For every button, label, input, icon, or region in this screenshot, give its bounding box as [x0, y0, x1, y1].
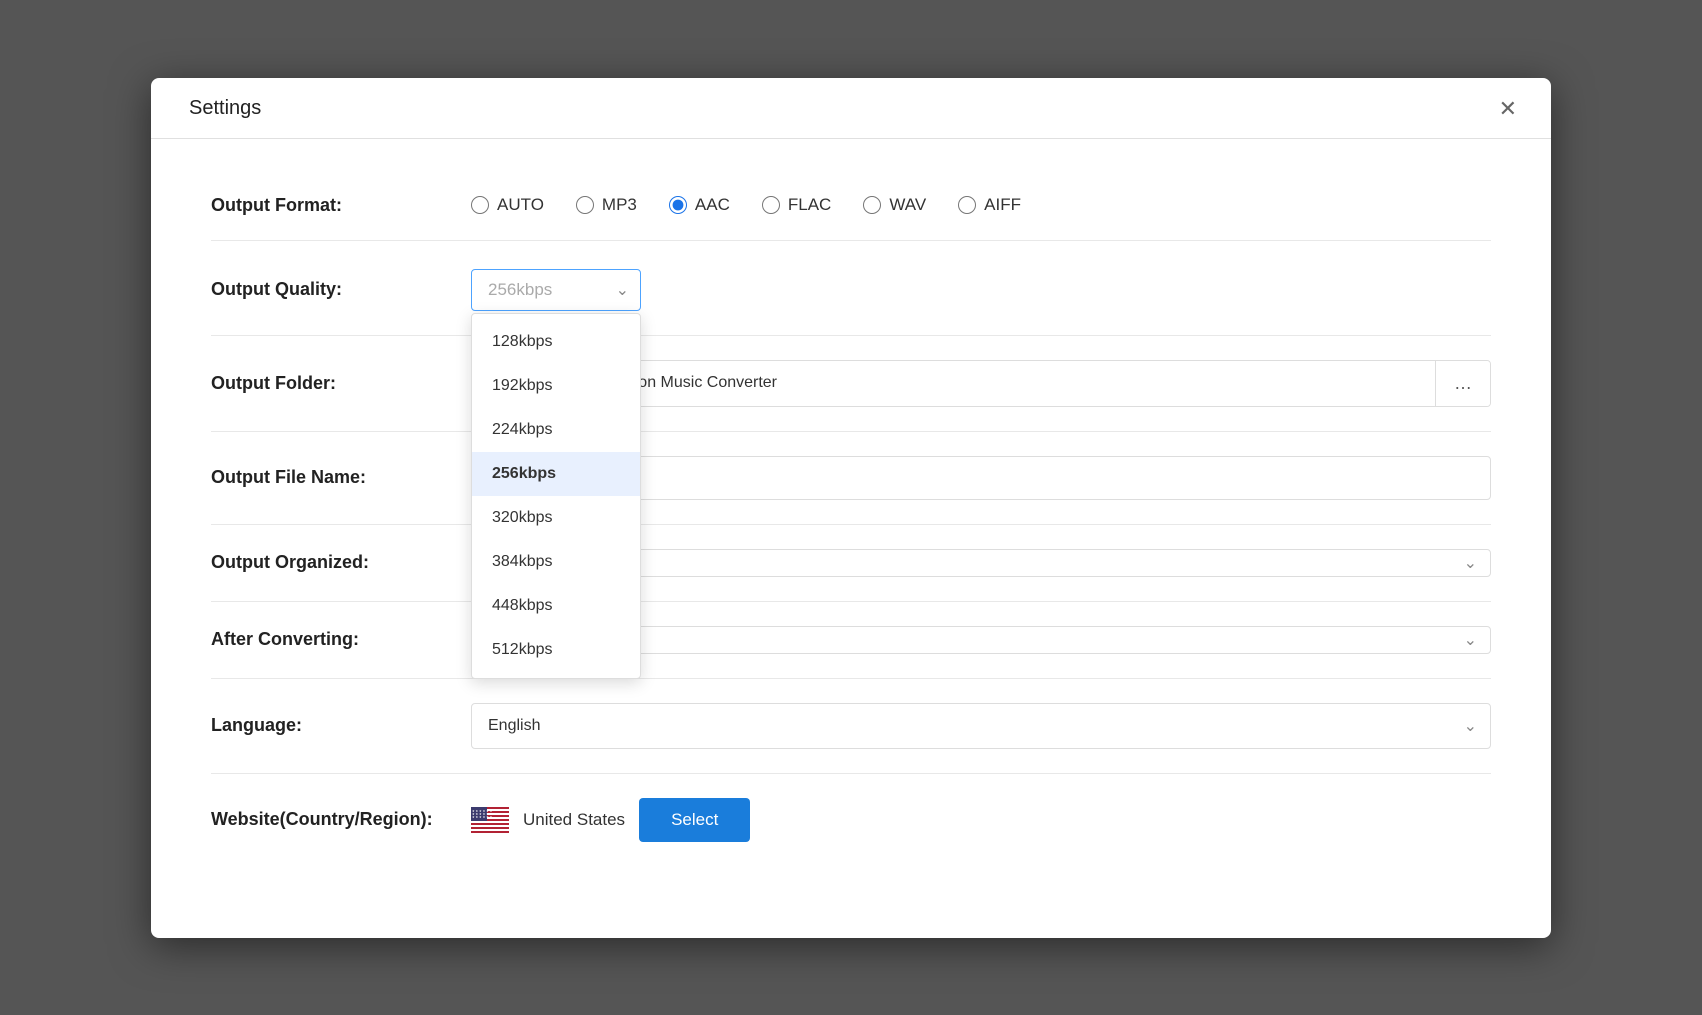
us-flag-icon: ★ ★ ★ ★ ★ ★ ★ ★ ★ ★ ★ ★ ★ ★ ★ ★ ★: [471, 807, 509, 833]
format-mp3-radio[interactable]: [576, 196, 594, 214]
output-filename-label: Output File Name:: [211, 467, 471, 488]
title-bar: Settings ✕: [151, 78, 1551, 139]
output-format-label: Output Format:: [211, 195, 471, 216]
country-area: ★ ★ ★ ★ ★ ★ ★ ★ ★ ★ ★ ★ ★ ★ ★ ★ ★ United…: [471, 798, 750, 842]
quality-option-448[interactable]: 448kbps: [472, 584, 640, 628]
format-flac-radio[interactable]: [762, 196, 780, 214]
format-mp3[interactable]: MP3: [576, 195, 637, 215]
format-wav-label: WAV: [889, 195, 926, 215]
svg-text:★ ★ ★ ★ ★ ★: ★ ★ ★ ★ ★ ★: [472, 815, 493, 819]
quality-dropdown-wrapper: 256kbps ⌄ 128kbps 192kbps 224kbps 256kbp…: [471, 269, 641, 311]
close-button[interactable]: ✕: [1493, 96, 1523, 122]
quality-dropdown-display[interactable]: 256kbps: [471, 269, 641, 311]
after-converting-label: After Converting:: [211, 629, 471, 650]
format-radio-group: AUTO MP3 AAC FLAC: [471, 195, 1021, 215]
format-wav-radio[interactable]: [863, 196, 881, 214]
output-quality-label: Output Quality:: [211, 269, 471, 300]
output-folder-row: Output Folder: …: [211, 336, 1491, 432]
format-wav[interactable]: WAV: [863, 195, 926, 215]
output-filename-row: Output File Name:: [211, 432, 1491, 525]
format-aiff-radio[interactable]: [958, 196, 976, 214]
format-aac-label: AAC: [695, 195, 730, 215]
language-row: Language: English ⌄: [211, 679, 1491, 774]
format-aac[interactable]: AAC: [669, 195, 730, 215]
format-auto-label: AUTO: [497, 195, 544, 215]
format-aac-radio[interactable]: [669, 196, 687, 214]
select-country-button[interactable]: Select: [639, 798, 750, 842]
output-organized-row: Output Organized: ⌄: [211, 525, 1491, 602]
settings-window: Settings ✕ Output Format: AUTO MP3: [151, 78, 1551, 938]
website-content: ★ ★ ★ ★ ★ ★ ★ ★ ★ ★ ★ ★ ★ ★ ★ ★ ★ United…: [471, 798, 1491, 842]
language-dropdown-wrapper: English ⌄: [471, 703, 1491, 749]
format-aiff[interactable]: AIFF: [958, 195, 1021, 215]
format-mp3-label: MP3: [602, 195, 637, 215]
quality-option-320[interactable]: 320kbps: [472, 496, 640, 540]
output-folder-label: Output Folder:: [211, 373, 471, 394]
language-select[interactable]: English: [471, 703, 1491, 749]
output-organized-label: Output Organized:: [211, 552, 471, 573]
website-row: Website(Country/Region): ★ ★ ★ ★: [211, 774, 1491, 866]
country-name: United States: [523, 810, 625, 830]
output-format-content: AUTO MP3 AAC FLAC: [471, 195, 1491, 215]
after-converting-row: After Converting: ⌄: [211, 602, 1491, 679]
quality-option-128[interactable]: 128kbps: [472, 320, 640, 364]
quality-option-256[interactable]: 256kbps: [472, 452, 640, 496]
format-aiff-label: AIFF: [984, 195, 1021, 215]
quality-option-224[interactable]: 224kbps: [472, 408, 640, 452]
format-flac-label: FLAC: [788, 195, 831, 215]
output-quality-row: Output Quality: 256kbps ⌄ 128kbps 192kbp…: [211, 241, 1491, 336]
format-auto-radio[interactable]: [471, 196, 489, 214]
folder-browse-button[interactable]: …: [1435, 361, 1490, 406]
settings-content: Output Format: AUTO MP3 AAC: [151, 139, 1551, 906]
output-quality-content: 256kbps ⌄ 128kbps 192kbps 224kbps 256kbp…: [471, 269, 1491, 311]
format-flac[interactable]: FLAC: [762, 195, 831, 215]
language-content: English ⌄: [471, 703, 1491, 749]
quality-dropdown-popup: 128kbps 192kbps 224kbps 256kbps 320kbps …: [471, 313, 641, 679]
window-title: Settings: [189, 97, 261, 120]
output-format-row: Output Format: AUTO MP3 AAC: [211, 171, 1491, 241]
quality-option-384[interactable]: 384kbps: [472, 540, 640, 584]
language-label: Language:: [211, 715, 471, 736]
quality-option-512[interactable]: 512kbps: [472, 628, 640, 672]
website-label: Website(Country/Region):: [211, 809, 471, 830]
quality-option-192[interactable]: 192kbps: [472, 364, 640, 408]
format-auto[interactable]: AUTO: [471, 195, 544, 215]
